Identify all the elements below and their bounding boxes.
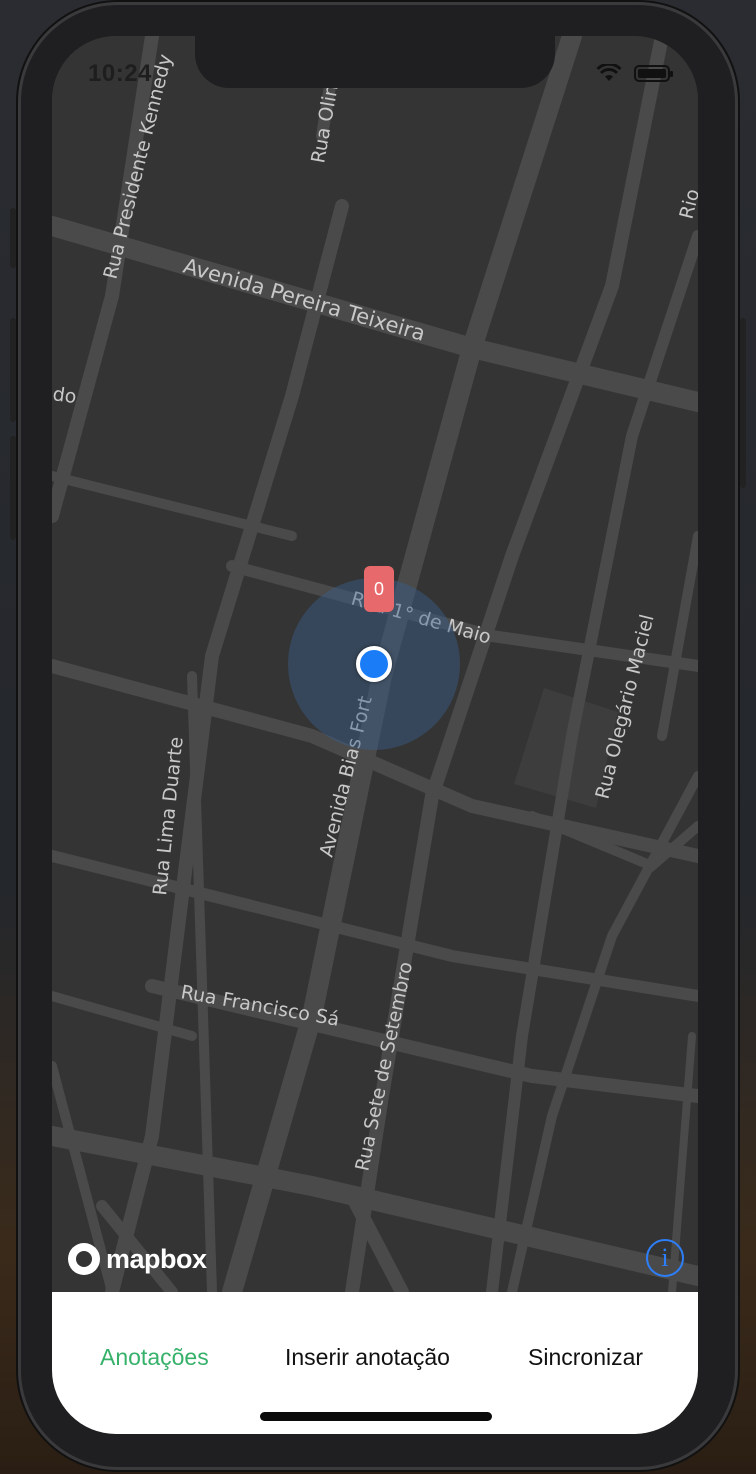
user-location-dot bbox=[356, 646, 392, 682]
annotation-pin[interactable]: 0 bbox=[364, 566, 394, 612]
home-indicator bbox=[260, 1412, 492, 1421]
mapbox-icon bbox=[68, 1243, 100, 1275]
tab-inserir-anotacao[interactable]: Inserir anotação bbox=[285, 1344, 450, 1371]
street-label: do bbox=[52, 383, 78, 408]
tab-sincronizar[interactable]: Sincronizar bbox=[528, 1344, 643, 1371]
volume-down-button bbox=[10, 436, 16, 540]
status-time: 10:24 bbox=[88, 60, 152, 87]
mapbox-logo[interactable]: mapbox bbox=[68, 1243, 207, 1275]
tab-bar: Anotações Inserir anotação Sincronizar bbox=[52, 1292, 698, 1434]
notch bbox=[195, 36, 555, 88]
battery-icon bbox=[634, 64, 673, 82]
side-button bbox=[740, 318, 746, 488]
screen: Rua Presidente Kennedy Rua Olin Avenida … bbox=[52, 36, 698, 1434]
wifi-icon bbox=[596, 64, 622, 81]
info-icon[interactable]: i bbox=[646, 1239, 684, 1277]
mapbox-wordmark: mapbox bbox=[106, 1243, 207, 1274]
volume-up-button bbox=[10, 318, 16, 422]
status-indicators bbox=[596, 64, 673, 82]
mute-switch bbox=[10, 208, 16, 268]
tab-anotacoes[interactable]: Anotações bbox=[100, 1344, 209, 1371]
